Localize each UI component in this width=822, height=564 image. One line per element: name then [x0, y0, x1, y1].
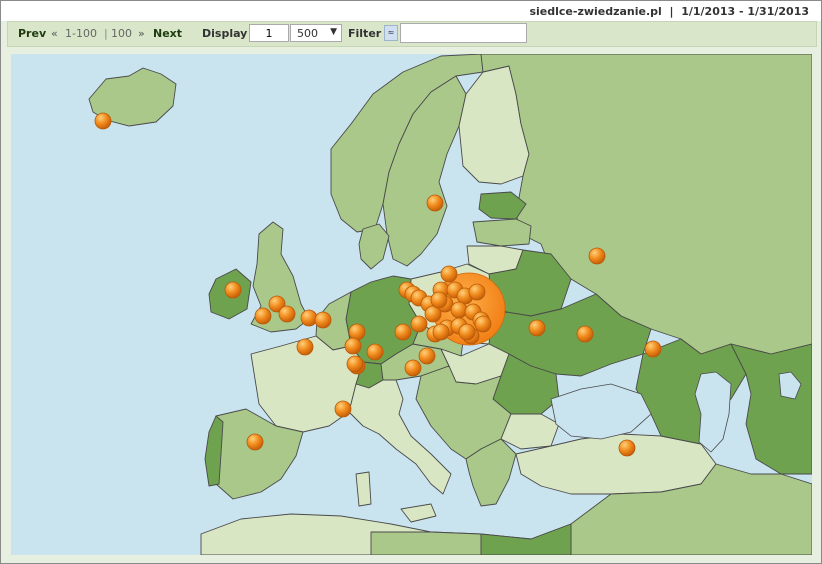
per-page-value: 500	[297, 27, 318, 40]
map-marker[interactable]	[440, 265, 458, 283]
range-last[interactable]: 100	[111, 27, 132, 40]
app-frame: siedlce-zwiedzanie.pl | 1/1/2013 - 1/31/…	[0, 0, 822, 564]
map-marker[interactable]	[314, 311, 332, 329]
map-marker[interactable]	[450, 301, 468, 319]
map-marker[interactable]	[404, 359, 422, 377]
map-marker[interactable]	[576, 325, 594, 343]
map-marker[interactable]	[94, 112, 112, 130]
europe-map[interactable]	[11, 54, 812, 555]
land-bulgaria[interactable]	[500, 413, 560, 450]
header-separator: |	[669, 5, 674, 18]
map-area[interactable]	[11, 54, 812, 555]
map-marker[interactable]	[246, 433, 264, 451]
range-separator: |	[104, 27, 108, 40]
land-sardinia[interactable]	[355, 471, 372, 507]
map-marker[interactable]	[278, 305, 296, 323]
map-marker[interactable]	[618, 439, 636, 457]
filter-icon[interactable]: ≈	[384, 25, 398, 41]
land-latvia[interactable]	[472, 218, 532, 247]
range-first[interactable]: 1-100	[65, 27, 97, 40]
title-bar: siedlce-zwiedzanie.pl | 1/1/2013 - 1/31/…	[1, 1, 821, 21]
map-marker[interactable]	[458, 323, 476, 341]
map-marker[interactable]	[528, 319, 546, 337]
map-marker[interactable]	[296, 338, 314, 356]
per-page-select[interactable]: 500 ▼	[290, 24, 342, 42]
date-range: 1/1/2013 - 1/31/2013	[681, 5, 809, 18]
filter-input[interactable]	[400, 23, 527, 43]
map-marker[interactable]	[348, 323, 366, 341]
map-marker[interactable]	[588, 247, 606, 265]
map-marker[interactable]	[334, 400, 352, 418]
prev-button[interactable]: Prev	[18, 27, 46, 40]
map-marker[interactable]	[474, 315, 492, 333]
map-marker[interactable]	[432, 323, 450, 341]
map-marker[interactable]	[410, 315, 428, 333]
double-chevron-right-icon[interactable]: »	[138, 27, 145, 40]
map-marker[interactable]	[644, 340, 662, 358]
double-chevron-left-icon[interactable]: «	[51, 27, 58, 40]
map-marker[interactable]	[300, 309, 318, 327]
toolbar: Prev « 1-100 | 100 » Next Display 500 ▼ …	[7, 21, 817, 47]
map-marker[interactable]	[366, 343, 384, 361]
map-marker[interactable]	[344, 337, 362, 355]
next-button[interactable]: Next	[153, 27, 182, 40]
filter-label: Filter	[348, 27, 382, 40]
report-header: siedlce-zwiedzanie.pl | 1/1/2013 - 1/31/…	[529, 5, 809, 18]
map-marker[interactable]	[418, 347, 436, 365]
map-marker[interactable]	[346, 355, 364, 373]
dropdown-arrow-icon: ▼	[330, 27, 337, 37]
display-label: Display	[202, 27, 248, 40]
map-marker[interactable]	[426, 194, 444, 212]
site-name: siedlce-zwiedzanie.pl	[529, 5, 662, 18]
map-marker[interactable]	[468, 283, 486, 301]
map-marker[interactable]	[224, 281, 242, 299]
map-marker[interactable]	[394, 323, 412, 341]
map-marker[interactable]	[430, 291, 448, 309]
map-marker[interactable]	[254, 307, 272, 325]
page-number-input[interactable]	[249, 24, 289, 42]
land-libya[interactable]	[370, 531, 482, 555]
